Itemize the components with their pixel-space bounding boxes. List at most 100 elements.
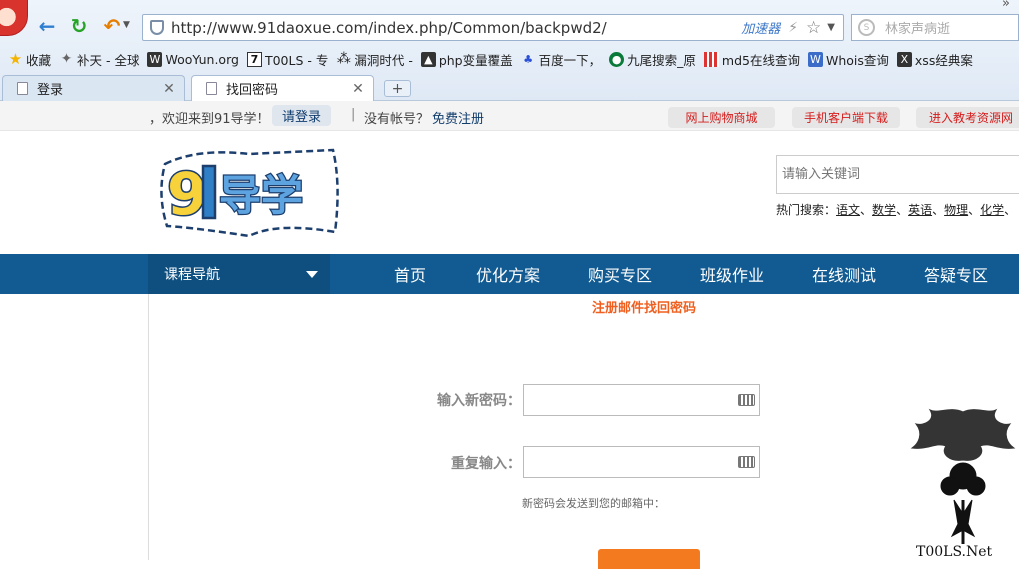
watermark-text: T00LS.Net [916,544,993,559]
nav-qa[interactable]: 答疑专区 [911,254,1001,294]
tab-strip: 登录 ✕ 找回密码 ✕ + [0,75,1019,101]
bookmark-butian[interactable]: ✦ 补天 - 全球 [59,49,140,69]
repeat-password-input[interactable] [523,446,760,478]
tab-login[interactable]: 登录 ✕ [2,75,185,101]
tab-label: 找回密码 [226,83,279,98]
security-shield-icon [150,20,164,35]
xss-icon: X [896,51,912,67]
php-icon: ▲ [420,51,436,67]
browser-chrome: ← ↻ ↶ ▼ http://www.91daoxue.com/index.ph… [0,0,1019,101]
course-nav-label: 课程导航 [164,267,220,283]
tools-icon: 7 [246,51,262,67]
bookmark-wooyun[interactable]: W WooYun.org [147,49,239,69]
welcome-text: ，欢迎来到91导学！ [149,112,270,127]
hot-term-physics[interactable]: 物理 [944,203,968,217]
hot-term-separator: 、 [896,203,909,217]
jiuwei-icon: ● [609,51,625,67]
separator: | [351,107,356,122]
browser-search-box[interactable]: S 林家声病逝 [851,14,1019,41]
hot-searches-label: 热门搜索： [776,203,837,217]
bookmark-label: php变量覆盖 [438,52,513,68]
page-icon [17,82,28,95]
undo-icon[interactable]: ↶ [100,14,124,38]
lightning-icon[interactable]: ⚡︎ [788,20,798,36]
address-dropdown-icon[interactable]: ▼ [827,22,835,33]
main-navbar: 课程导航 首页 优化方案 购买专区 班级作业 在线测试 答疑专区 [0,254,1019,294]
md5-icon [703,51,719,67]
hot-term-separator: 、 [968,203,981,217]
bookmark-louddong[interactable]: ⁂ 漏洞时代 - [336,49,413,69]
bookmark-label: 补天 - 全球 [77,52,140,68]
site-header: 9 9 导学 导学 热门搜索：语文、数学、英语、物理、化学、 [0,131,1019,254]
reset-password-panel: 注册邮件找回密码 输入新密码： 重复输入： 新密码会发送到您的邮箱中： [148,294,1019,569]
mobile-download-button[interactable]: 手机客户端下载 [792,107,900,128]
nav-online-test[interactable]: 在线测试 [799,254,889,294]
back-icon[interactable]: ← [35,14,59,38]
bookmark-label: T00LS - 专 [264,52,329,68]
bookmark-xss[interactable]: X xss经典案 [896,49,973,69]
hot-term-chemistry[interactable]: 化学 [980,203,1004,217]
page-icon [206,82,217,95]
register-link[interactable]: 免费注册 [432,108,484,127]
louddong-icon: ⁂ [336,51,351,67]
bookmarks-bar: ★ 收藏 ✦ 补天 - 全球 W WooYun.org 7 T00LS - 专 … [0,47,1019,71]
bookmark-label: xss经典案 [914,52,973,68]
bookmark-tools[interactable]: 7 T00LS - 专 [246,49,329,69]
hot-term-separator: 、 [932,203,945,217]
accelerator-button[interactable]: 加速器 [741,18,780,37]
hot-term-chinese[interactable]: 语文 [836,203,860,217]
repeat-password-label: 重复输入： [451,456,521,472]
bookmark-favorites[interactable]: ★ 收藏 [8,49,51,69]
reset-title: 注册邮件找回密码 [592,301,697,316]
nav-purchase[interactable]: 购买专区 [575,254,665,294]
bookmark-label: 百度一下， [538,52,602,68]
login-button[interactable]: 请登录 [272,105,332,126]
bookmark-md5[interactable]: md5在线查询 [703,49,800,69]
baidu-paw-icon: ♣ [523,52,534,66]
search-engine-icon[interactable]: S [858,19,875,36]
hot-term-separator: 、 [860,203,873,217]
undo-dropdown-icon[interactable]: ▼ [123,20,130,30]
bookmark-jiuwei[interactable]: ● 九尾搜索_原 [609,49,696,69]
user-avatar[interactable] [0,0,28,36]
bookmark-label: 九尾搜索_原 [627,52,696,68]
keyword-search-input[interactable] [776,155,1019,194]
bookmark-label: 漏洞时代 - [354,52,413,68]
nav-optimization[interactable]: 优化方案 [463,254,553,294]
nav-class-homework[interactable]: 班级作业 [687,254,777,294]
new-tab-button[interactable]: + [384,80,411,97]
close-icon[interactable]: ✕ [160,81,178,97]
course-nav-dropdown[interactable]: 课程导航 [148,254,330,294]
whois-icon: W [807,51,823,67]
url-text[interactable]: http://www.91daoxue.com/index.php/Common… [171,19,741,37]
bookmark-label: 收藏 [26,52,52,68]
address-bar[interactable]: http://www.91daoxue.com/index.php/Common… [142,14,844,41]
tab-reset-password[interactable]: 找回密码 ✕ [191,75,374,101]
new-password-label: 输入新密码： [437,393,521,409]
site-topbar: ，欢迎来到91导学！ 请登录 | 没有帐号？ 免费注册 网上购物商城 手机客户端… [0,101,1019,131]
keyboard-icon[interactable] [738,394,755,406]
shop-mall-button[interactable]: 网上购物商城 [668,107,775,128]
submit-button[interactable] [598,549,700,569]
resource-net-button[interactable]: 进入教考资源网 [916,107,1019,128]
hot-term-english[interactable]: 英语 [908,203,932,217]
refresh-icon[interactable]: ↻ [67,14,91,38]
bookmark-baidu[interactable]: ♣ 百度一下， [521,49,602,69]
bookmark-php[interactable]: ▲ php变量覆盖 [420,49,513,69]
email-hint: 新密码会发送到您的邮箱中： [522,497,665,510]
hot-term-math[interactable]: 数学 [872,203,896,217]
no-account-text: 没有帐号？ [364,112,430,127]
more-icon[interactable]: » [1002,0,1010,11]
butian-icon: ✦ [60,51,73,67]
nav-home[interactable]: 首页 [372,254,448,294]
bookmark-star-icon[interactable]: ☆ [806,18,821,38]
star-icon: ★ [8,50,23,68]
new-password-input[interactable] [523,384,760,416]
hot-term-separator: 、 [1004,203,1017,217]
keyboard-icon[interactable] [738,456,755,468]
site-logo[interactable]: 9 9 导学 导学 [157,144,343,240]
hot-searches: 热门搜索：语文、数学、英语、物理、化学、 [776,201,1016,218]
bookmark-whois[interactable]: W Whois查询 [807,49,889,69]
close-icon[interactable]: ✕ [349,81,367,97]
tab-label: 登录 [37,83,64,98]
